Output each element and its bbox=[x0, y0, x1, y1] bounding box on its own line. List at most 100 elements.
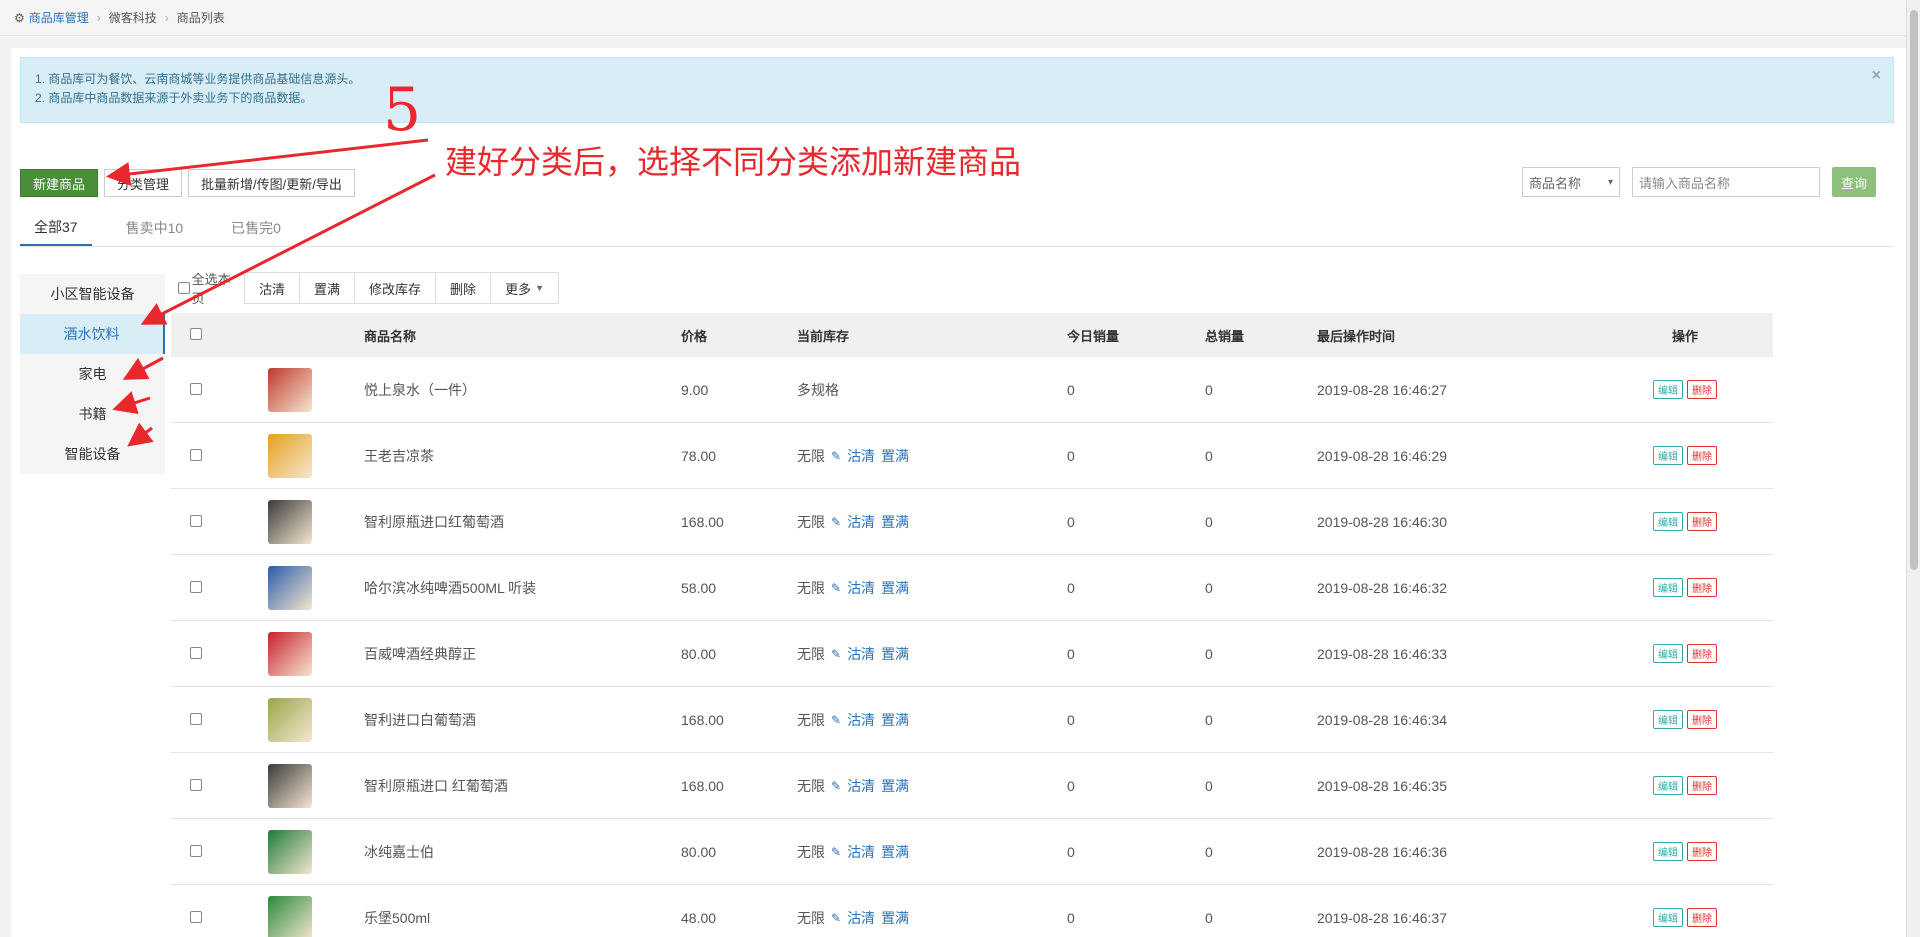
edit-icon[interactable]: ✎ bbox=[831, 581, 841, 595]
product-price: 48.00 bbox=[681, 909, 717, 926]
category-item[interactable]: 酒水饮料 bbox=[20, 314, 165, 354]
category-item[interactable]: 智能设备 bbox=[20, 434, 165, 474]
stock-value: 无限 bbox=[797, 513, 825, 530]
category-item[interactable]: 家电 bbox=[20, 354, 165, 394]
edit-button[interactable]: 编辑 bbox=[1653, 908, 1683, 927]
stock-clear-link[interactable]: 沽清 bbox=[847, 710, 875, 730]
edit-button[interactable]: 编辑 bbox=[1653, 644, 1683, 663]
product-name: 百威啤酒经典醇正 bbox=[364, 645, 476, 662]
product-stock: 无限 ✎ 沽清 置满 bbox=[797, 710, 1067, 730]
product-total-sales: 0 bbox=[1205, 645, 1213, 662]
tab-sold-out[interactable]: 已售完0 bbox=[217, 209, 295, 246]
stock-value: 无限 bbox=[797, 909, 825, 926]
table-row: 百威啤酒经典醇正 80.00 无限 ✎ 沽清 置满 0 0 2019-08-28… bbox=[171, 621, 1773, 687]
scrollbar-thumb[interactable] bbox=[1910, 10, 1918, 570]
stock-clear-link[interactable]: 沽清 bbox=[847, 512, 875, 532]
fill-button[interactable]: 置满 bbox=[300, 273, 356, 303]
edit-button[interactable]: 编辑 bbox=[1653, 776, 1683, 795]
product-name: 哈尔滨冰纯啤酒500ML 听装 bbox=[364, 579, 537, 596]
select-page-checkbox[interactable]: 全选本页 bbox=[178, 269, 242, 307]
delete-row-button[interactable]: 删除 bbox=[1687, 776, 1717, 795]
stock-clear-link[interactable]: 沽清 bbox=[847, 578, 875, 598]
new-product-button[interactable]: 新建商品 bbox=[20, 169, 99, 197]
clear-button[interactable]: 沽清 bbox=[245, 273, 301, 303]
edit-button[interactable]: 编辑 bbox=[1653, 380, 1683, 399]
edit-icon[interactable]: ✎ bbox=[831, 911, 841, 925]
edit-icon[interactable]: ✎ bbox=[831, 515, 841, 529]
edit-button[interactable]: 编辑 bbox=[1653, 446, 1683, 465]
checkbox[interactable] bbox=[178, 282, 190, 294]
edit-button[interactable]: 编辑 bbox=[1653, 578, 1683, 597]
delete-row-button[interactable]: 删除 bbox=[1687, 380, 1717, 399]
stock-full-link[interactable]: 置满 bbox=[881, 578, 909, 598]
alert-line-2: 2. 商品库中商品数据来源于外卖业务下的商品数据。 bbox=[35, 91, 313, 105]
stock-clear-link[interactable]: 沽清 bbox=[847, 842, 875, 862]
search-input[interactable]: 请输入商品名称 bbox=[1632, 167, 1820, 197]
stock-full-link[interactable]: 置满 bbox=[881, 644, 909, 664]
delete-row-button[interactable]: 删除 bbox=[1687, 710, 1717, 729]
delete-row-button[interactable]: 删除 bbox=[1687, 446, 1717, 465]
select-all-checkbox[interactable] bbox=[190, 327, 202, 340]
row-checkbox[interactable] bbox=[190, 910, 202, 923]
stock-clear-link[interactable]: 沽清 bbox=[847, 908, 875, 928]
delete-row-button[interactable]: 删除 bbox=[1687, 842, 1717, 861]
stock-clear-link[interactable]: 沽清 bbox=[847, 776, 875, 796]
edit-icon[interactable]: ✎ bbox=[831, 713, 841, 727]
edit-icon[interactable]: ✎ bbox=[831, 845, 841, 859]
stock-full-link[interactable]: 置满 bbox=[881, 446, 909, 466]
stock-full-link[interactable]: 置满 bbox=[881, 776, 909, 796]
product-time: 2019-08-28 16:46:36 bbox=[1317, 843, 1447, 860]
chevron-right-icon: › bbox=[96, 10, 101, 25]
stock-value: 无限 bbox=[797, 645, 825, 662]
more-button[interactable]: 更多 ▼ bbox=[491, 273, 558, 303]
stock-full-link[interactable]: 置满 bbox=[881, 842, 909, 862]
tab-on-sale[interactable]: 售卖中10 bbox=[112, 209, 198, 246]
row-checkbox[interactable] bbox=[190, 580, 202, 593]
product-thumbnail bbox=[267, 499, 312, 544]
row-actions: 编辑 删除 bbox=[1597, 908, 1773, 927]
row-actions: 编辑 删除 bbox=[1597, 380, 1773, 399]
modify-stock-button[interactable]: 修改库存 bbox=[355, 273, 437, 303]
row-checkbox[interactable] bbox=[190, 844, 202, 857]
stock-full-link[interactable]: 置满 bbox=[881, 710, 909, 730]
edit-icon[interactable]: ✎ bbox=[831, 647, 841, 661]
search-field-select[interactable]: 商品名称 ▾ bbox=[1522, 167, 1620, 197]
header-today: 今日销量 bbox=[1067, 328, 1120, 344]
edit-button[interactable]: 编辑 bbox=[1653, 710, 1683, 729]
stock-full-link[interactable]: 置满 bbox=[881, 512, 909, 532]
cube-icon: ⚙ bbox=[14, 10, 25, 25]
edit-icon[interactable]: ✎ bbox=[831, 779, 841, 793]
category-item[interactable]: 书籍 bbox=[20, 394, 165, 434]
stock-clear-link[interactable]: 沽清 bbox=[847, 446, 875, 466]
delete-row-button[interactable]: 删除 bbox=[1687, 908, 1717, 927]
close-icon[interactable]: × bbox=[1872, 66, 1881, 85]
delete-button[interactable]: 删除 bbox=[436, 273, 492, 303]
row-checkbox[interactable] bbox=[190, 646, 202, 659]
table-row: 智利原瓶进口 红葡萄酒 168.00 无限 ✎ 沽清 置满 0 0 2019-0… bbox=[171, 753, 1773, 819]
edit-button[interactable]: 编辑 bbox=[1653, 842, 1683, 861]
delete-row-button[interactable]: 删除 bbox=[1687, 578, 1717, 597]
vertical-scrollbar[interactable] bbox=[1906, 0, 1920, 937]
table-row: 冰纯嘉士伯 80.00 无限 ✎ 沽清 置满 0 0 2019-08-28 16… bbox=[171, 819, 1773, 885]
category-item[interactable]: 小区智能设备 bbox=[20, 274, 165, 314]
query-button[interactable]: 查询 bbox=[1832, 167, 1876, 197]
category-manage-button[interactable]: 分类管理 bbox=[104, 169, 183, 197]
stock-full-link[interactable]: 置满 bbox=[881, 908, 909, 928]
row-checkbox[interactable] bbox=[190, 382, 202, 395]
delete-row-button[interactable]: 删除 bbox=[1687, 512, 1717, 531]
edit-icon[interactable]: ✎ bbox=[831, 449, 841, 463]
tab-all[interactable]: 全部37 bbox=[20, 209, 92, 246]
breadcrumb-mid[interactable]: 微客科技 bbox=[109, 9, 157, 26]
status-tabs: 全部37 售卖中10 已售完0 bbox=[20, 209, 1894, 247]
table-row: 王老吉凉茶 78.00 无限 ✎ 沽清 置满 0 0 2019-08-28 16… bbox=[171, 423, 1773, 489]
row-checkbox[interactable] bbox=[190, 712, 202, 725]
delete-row-button[interactable]: 删除 bbox=[1687, 644, 1717, 663]
edit-button[interactable]: 编辑 bbox=[1653, 512, 1683, 531]
row-checkbox[interactable] bbox=[190, 778, 202, 791]
row-checkbox[interactable] bbox=[190, 514, 202, 527]
stock-clear-link[interactable]: 沽清 bbox=[847, 644, 875, 664]
row-checkbox[interactable] bbox=[190, 448, 202, 461]
breadcrumb-home[interactable]: ⚙ 商品库管理 bbox=[14, 9, 89, 26]
product-price: 168.00 bbox=[681, 513, 724, 530]
batch-operations-button[interactable]: 批量新增/传图/更新/导出 bbox=[188, 169, 355, 197]
